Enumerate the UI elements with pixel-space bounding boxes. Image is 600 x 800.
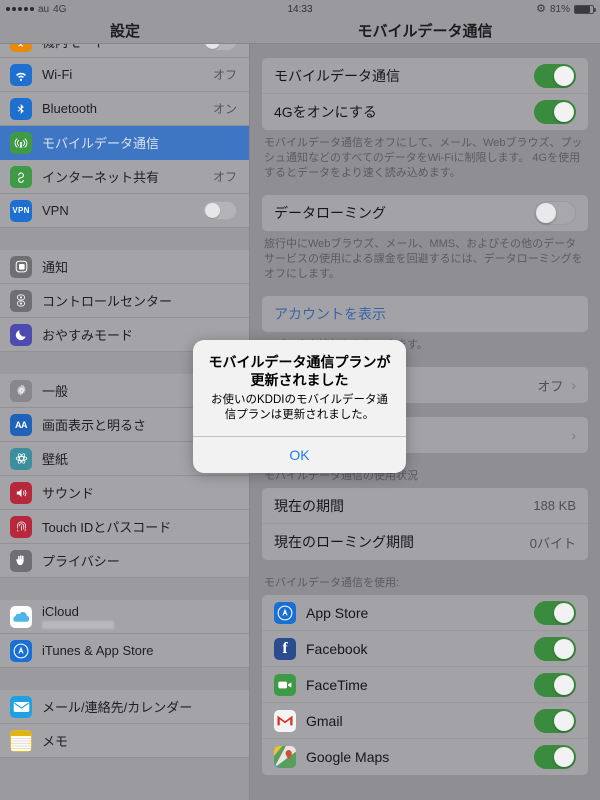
cellular-plan-updated-alert: モバイルデータ通信プランが 更新されました お使いのKDDIのモバイルデータ通信…: [193, 340, 406, 473]
alert-title-line2: 更新されました: [250, 372, 349, 388]
alert-message: お使いのKDDIのモバイルデータ通信プランは更新されました。: [211, 394, 388, 421]
alert-ok-button[interactable]: OK: [193, 437, 406, 473]
alert-title-line1: モバイルデータ通信プランが: [208, 354, 391, 370]
alert-title: モバイルデータ通信プランが 更新されました: [206, 353, 393, 389]
alert-body: モバイルデータ通信プランが 更新されました お使いのKDDIのモバイルデータ通信…: [193, 340, 406, 436]
ipad-settings-screen: au 4G 14:33 ⚙ 81% 設定 モバイルデータ通信 機内モードWi-F…: [0, 0, 600, 800]
